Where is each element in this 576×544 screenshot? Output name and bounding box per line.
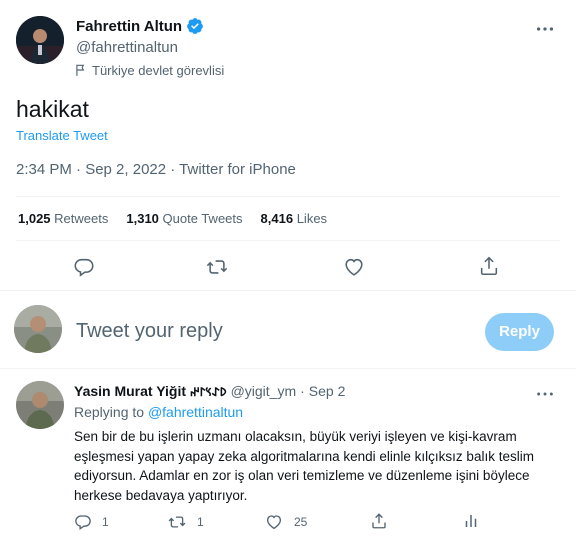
retweet-icon[interactable] [206,256,228,278]
analytics-icon[interactable] [462,512,480,530]
author-avatar[interactable] [16,16,64,64]
reply-author-handle[interactable]: @yigit_ym [231,383,297,399]
author-name[interactable]: Fahrettin Altun [76,18,182,35]
retweets-stat[interactable]: 1,025 Retweets [18,211,108,226]
more-icon[interactable] [534,18,556,40]
reply-retweet-icon[interactable] [168,513,186,531]
quotes-stat[interactable]: 1,310 Quote Tweets [126,211,242,226]
replying-to-prefix: Replying to [74,404,145,420]
share-icon[interactable] [478,255,500,277]
reply-like-icon[interactable] [265,513,283,531]
stats-row: 1,025 Retweets 1,310 Quote Tweets 8,416 … [18,211,327,226]
reply-reply-icon[interactable] [74,513,92,531]
replying-to-handle[interactable]: @fahrettinaltun [148,404,243,420]
reply-author-runic: 𐰖𐰀𐰽𐰃𐰤 [190,385,227,399]
reply-author-avatar[interactable] [16,381,64,429]
divider [0,368,576,369]
author-handle[interactable]: @fahrettinaltun [76,39,178,56]
retweets-label: Retweets [54,211,109,226]
reply-action-bar: 1 1 25 [0,511,576,535]
verified-badge-icon [186,17,204,35]
reply-icon[interactable] [73,256,95,278]
replying-to-line: Replying to @fahrettinaltun [74,404,243,420]
translate-link[interactable]: Translate Tweet [16,128,108,143]
divider [16,196,560,197]
reply-share-icon[interactable] [370,512,388,530]
reply-replies-count: 1 [102,515,109,529]
reply-author-avatar-image [16,381,64,429]
user-avatar-image [14,305,62,353]
reply-header: Yasin Murat Yiğit 𐰖𐰀𐰽𐰃𐰤 @yigit_ym · Sep … [74,383,345,400]
quotes-label: Quote Tweets [162,211,243,226]
reply-input[interactable]: Tweet your reply [76,320,466,348]
flag-icon [74,63,88,77]
reply-author-name[interactable]: Yasin Murat Yiğit [74,383,186,399]
tweet-text: hakikat [16,96,89,122]
likes-stat[interactable]: 8,416 Likes [261,211,328,226]
author-avatar-image [16,16,64,64]
government-label: Türkiye devlet görevlisi [74,61,224,79]
reply-date[interactable]: Sep 2 [309,383,346,399]
government-label-text: Türkiye devlet görevlisi [92,62,225,78]
reply-likes-count: 25 [294,515,308,529]
quotes-count: 1,310 [126,211,159,226]
likes-count: 8,416 [260,211,294,226]
author-name-row: Fahrettin Altun [76,16,204,36]
reply-more-icon[interactable] [534,384,556,404]
reply-button[interactable]: Reply [485,313,554,351]
divider [16,240,560,241]
reply-separator: · [300,383,305,399]
like-icon[interactable] [343,256,365,278]
reply-retweets-count: 1 [197,515,204,529]
retweets-count: 1,025 [18,211,51,226]
user-avatar[interactable] [14,305,62,353]
divider [0,290,576,291]
tweet-timestamp[interactable]: 2:34 PM · Sep 2, 2022 · Twitter for iPho… [16,161,296,178]
reply-text: Sen bir de bu işlerin uzmanı olacaksın, … [74,429,534,503]
likes-label: Likes [296,211,328,226]
